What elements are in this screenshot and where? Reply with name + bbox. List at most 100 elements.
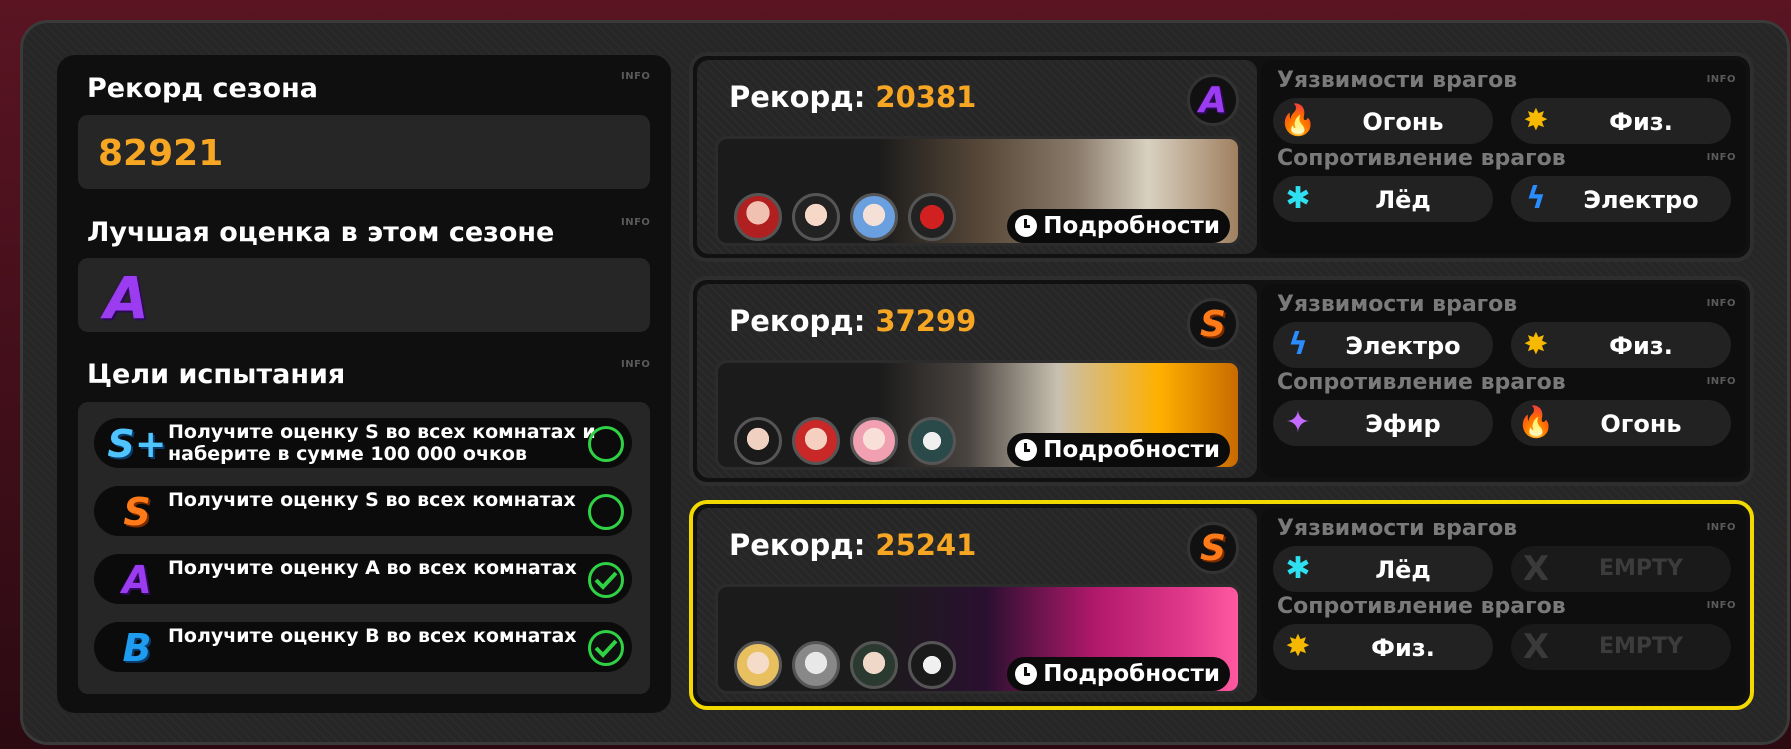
agent-avatar (792, 417, 840, 465)
resistances-title: Сопротивление врагов (1277, 594, 1566, 619)
details-label: Подробности (1043, 437, 1220, 463)
electric-icon: ϟ (1526, 181, 1546, 216)
ice-icon: ✱ (1285, 551, 1311, 586)
grade-s-icon: S (123, 490, 151, 534)
info-button[interactable]: INFO (1707, 74, 1736, 85)
agent-avatar (734, 641, 782, 689)
element-label: Физ. (1609, 108, 1673, 136)
details-button[interactable]: Подробности (1007, 657, 1230, 691)
resistance-pill: ✸ Физ. (1273, 624, 1493, 670)
weakness-pill: ✱ Лёд (1273, 546, 1493, 592)
fire-icon: 🔥 (1517, 405, 1555, 440)
record-label: Рекорд: (729, 304, 866, 338)
info-button[interactable]: INFO (621, 71, 650, 82)
weaknesses-title: Уязвимости врагов (1277, 516, 1518, 541)
details-label: Подробности (1043, 213, 1220, 239)
details-label: Подробности (1043, 661, 1220, 687)
best-grade-title: Лучшая оценка в этом сезоне (87, 217, 555, 248)
clock-icon (1015, 215, 1038, 237)
room-record: Рекорд: 20381 (729, 80, 976, 114)
team-panel: Подробности (715, 360, 1241, 470)
element-label: Физ. (1609, 332, 1673, 360)
element-label: EMPTY (1599, 634, 1683, 659)
physical-icon: ✸ (1285, 629, 1311, 664)
element-label: Лёд (1375, 186, 1431, 214)
room-record: Рекорд: 25241 (729, 528, 976, 562)
resistance-pill: ϟ Электро (1511, 176, 1731, 222)
room-record-section: Рекорд: 20381 A Подробности (697, 60, 1257, 254)
weakness-pill: 🔥 Огонь (1273, 98, 1493, 144)
room-card-1[interactable]: Рекорд: 20381 A Подробности INFO Уязвимо… (689, 52, 1754, 262)
goal-complete-check-icon (588, 630, 624, 666)
weaknesses-title: Уязвимости врагов (1277, 68, 1518, 93)
resistance-pill: ✦ Эфир (1273, 400, 1493, 446)
element-label: Лёд (1375, 556, 1431, 584)
agent-avatar (734, 193, 782, 241)
goal-incomplete-icon (588, 494, 624, 530)
agent-avatar (850, 193, 898, 241)
empty-x-icon: X (1522, 627, 1550, 667)
info-button[interactable]: INFO (1707, 522, 1736, 533)
record-label: Рекорд: (729, 80, 866, 114)
info-button[interactable]: INFO (621, 217, 650, 228)
season-summary-panel: INFO Рекорд сезона 82921 INFO Лучшая оце… (57, 55, 671, 713)
room-card-2[interactable]: Рекорд: 37299 S Подробности INFO Уязвимо… (689, 276, 1754, 486)
element-label: Огонь (1362, 108, 1444, 136)
info-button[interactable]: INFO (1707, 152, 1736, 163)
room-record-section: Рекорд: 25241 S Подробности (697, 508, 1257, 702)
best-grade-box: A (78, 258, 650, 332)
goals-list: S+ Получите оценку S во всех комнатах и … (78, 402, 650, 694)
goal-text: Получите оценку B во всех комнатах (168, 625, 577, 647)
element-label: Электро (1345, 332, 1461, 360)
room-record: Рекорд: 37299 (729, 304, 976, 338)
room-grade-badge: S (1187, 298, 1239, 350)
clock-icon (1015, 439, 1038, 461)
info-button[interactable]: INFO (621, 359, 650, 370)
agent-avatar (850, 641, 898, 689)
weakness-pill: ✸ Физ. (1511, 322, 1731, 368)
goal-item: A Получите оценку A во всех комнатах (94, 554, 632, 604)
resistance-pill-empty: X EMPTY (1511, 624, 1731, 670)
team-panel: Подробности (715, 584, 1241, 694)
grade-a-icon: A (122, 558, 152, 602)
empty-x-icon: X (1522, 549, 1550, 589)
weakness-pill-empty: X EMPTY (1511, 546, 1731, 592)
physical-icon: ✸ (1523, 103, 1549, 138)
ether-icon: ✦ (1285, 405, 1311, 440)
goal-item: S Получите оценку S во всех комнатах (94, 486, 632, 536)
room-card-3[interactable]: Рекорд: 25241 S Подробности INFO Уязвимо… (689, 500, 1754, 710)
goal-item: S+ Получите оценку S во всех комнатах и … (94, 418, 632, 468)
season-record-value: 82921 (98, 133, 224, 174)
goal-item: B Получите оценку B во всех комнатах (94, 622, 632, 672)
agent-avatar (734, 417, 782, 465)
details-button[interactable]: Подробности (1007, 433, 1230, 467)
season-record-title: Рекорд сезона (87, 73, 318, 104)
goal-text: Получите оценку A во всех комнатах (168, 557, 577, 579)
goal-text: Получите оценку S во всех комнатах и наб… (168, 421, 596, 465)
details-button[interactable]: Подробности (1007, 209, 1230, 243)
fire-icon: 🔥 (1279, 103, 1317, 138)
element-label: Электро (1583, 186, 1699, 214)
room-grade-badge: A (1187, 74, 1239, 126)
agent-avatar (792, 193, 840, 241)
record-label: Рекорд: (729, 528, 866, 562)
info-button[interactable]: INFO (1707, 600, 1736, 611)
grade-b-icon: B (122, 626, 152, 670)
clock-icon (1015, 663, 1038, 685)
weakness-pill: ϟ Электро (1273, 322, 1493, 368)
best-grade-badge: A (104, 264, 149, 332)
element-label: Огонь (1600, 410, 1682, 438)
team-panel: Подробности (715, 136, 1241, 246)
info-button[interactable]: INFO (1707, 376, 1736, 387)
element-label: EMPTY (1599, 556, 1683, 581)
resistance-pill: 🔥 Огонь (1511, 400, 1731, 446)
resistance-pill: ✱ Лёд (1273, 176, 1493, 222)
resistances-title: Сопротивление врагов (1277, 146, 1566, 171)
physical-icon: ✸ (1523, 327, 1549, 362)
enemy-attributes-panel: INFO Уязвимости врагов ✱ Лёд X EMPTY INF… (1261, 508, 1746, 702)
enemy-attributes-panel: INFO Уязвимости врагов 🔥 Огонь ✸ Физ. IN… (1261, 60, 1746, 254)
resistances-title: Сопротивление врагов (1277, 370, 1566, 395)
room-record-section: Рекорд: 37299 S Подробности (697, 284, 1257, 478)
agent-avatar (908, 193, 956, 241)
info-button[interactable]: INFO (1707, 298, 1736, 309)
